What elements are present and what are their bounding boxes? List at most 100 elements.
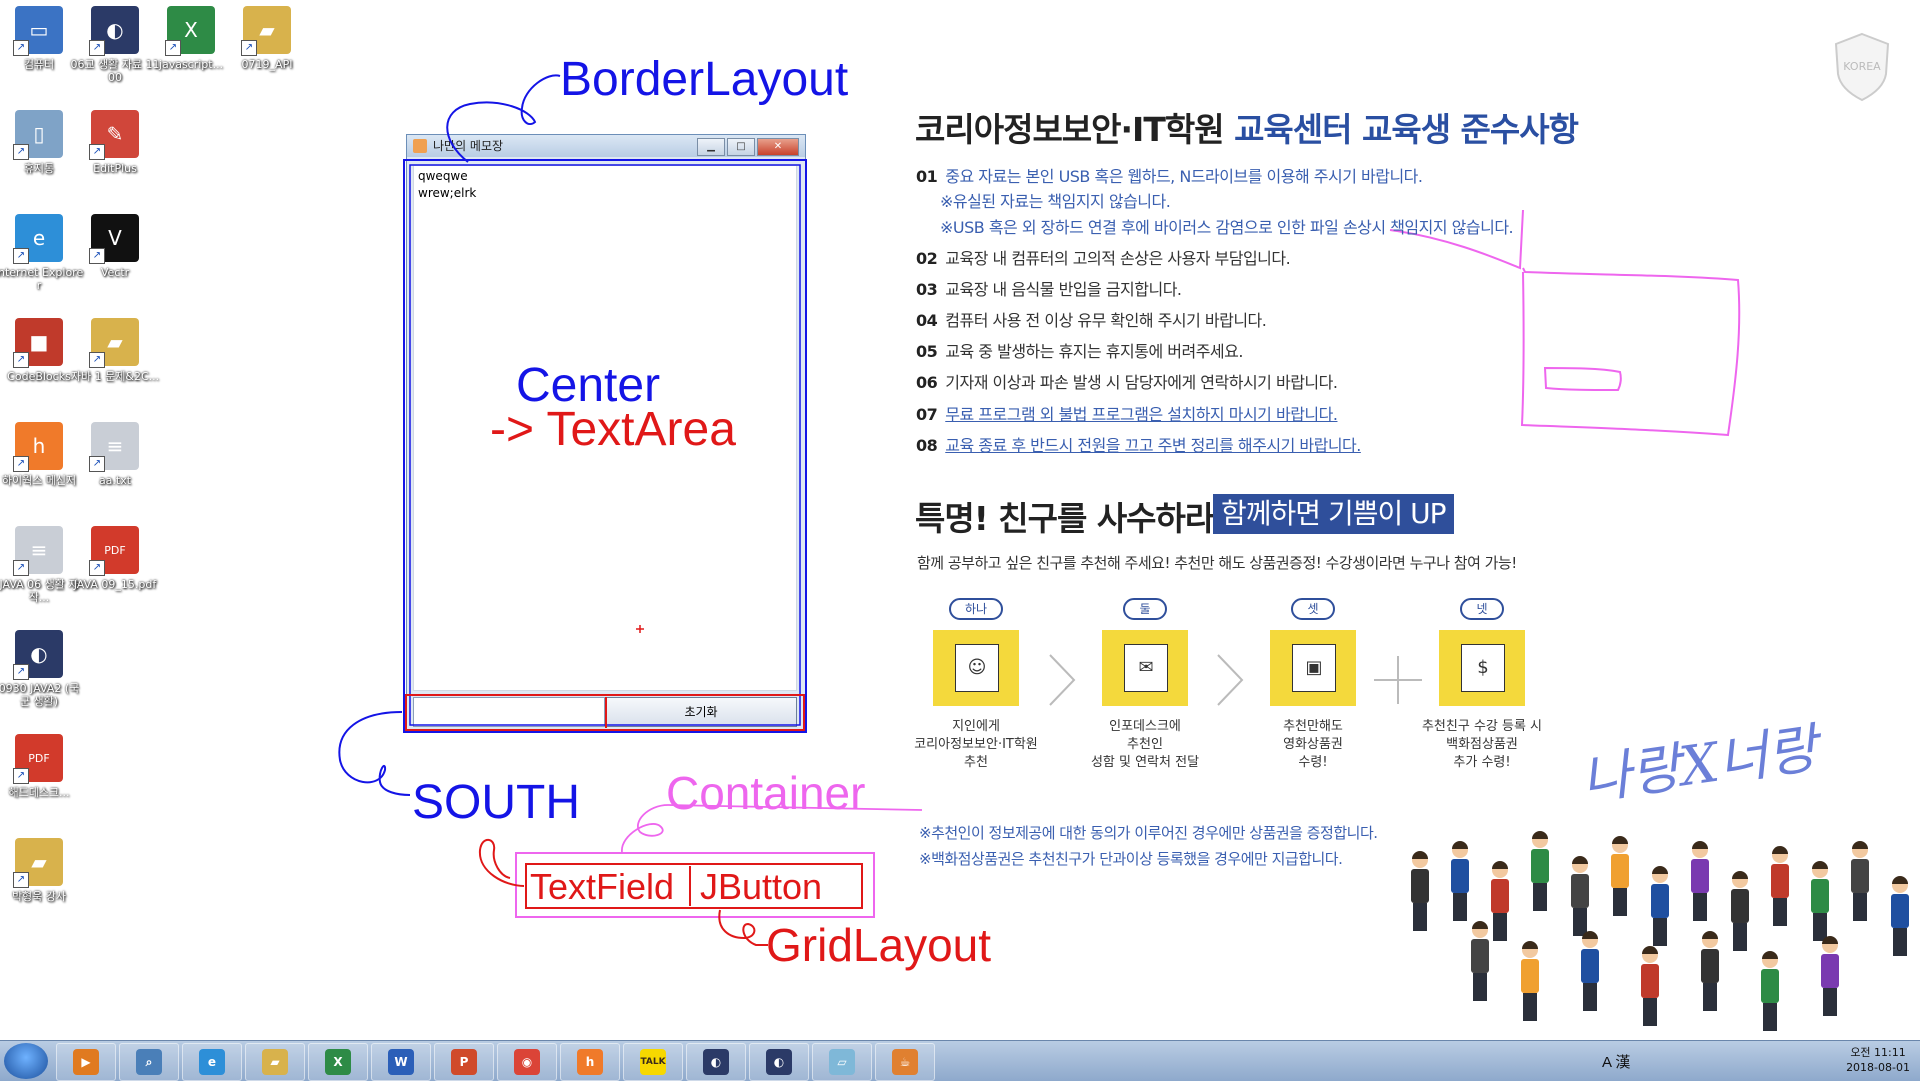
close-button[interactable]: ✕ <box>757 138 799 156</box>
label-text-area: -> TextArea <box>490 403 736 456</box>
taskbar-button-file-explorer[interactable]: ▰ <box>245 1043 305 1081</box>
step-illustration: $ <box>1439 630 1525 706</box>
desktop-icon-label: 해드데스크... <box>8 786 70 799</box>
step-caption-line: 영화상품권 <box>1283 737 1343 752</box>
start-button[interactable] <box>4 1043 48 1079</box>
text-line-1: qweqwe <box>418 169 468 183</box>
icon-glyph: ▯ <box>33 122 45 146</box>
app-icon: ▰ ↗ <box>89 318 139 368</box>
desktop-icon-label: Vectr <box>100 266 130 279</box>
icon-glyph: ◐ <box>30 642 48 666</box>
eclipse-2-icon: ◐ <box>766 1049 792 1075</box>
taskbar-button-excel[interactable]: X <box>308 1043 368 1081</box>
label-text-field: TextField <box>530 866 675 907</box>
step-caption-line: 성함 및 연락처 전달 <box>1090 755 1200 770</box>
reset-button[interactable]: 초기화 <box>605 697 797 727</box>
maximize-button[interactable]: □ <box>727 138 755 156</box>
app-icon: ■ ↗ <box>13 318 63 368</box>
app-icon: ≡ ↗ <box>89 422 139 472</box>
rule-item: 06 기자재 이상과 파손 발생 시 담당자에게 연락하시기 바랍니다. <box>916 369 1338 393</box>
taskbar-button-internet-explorer[interactable]: e <box>182 1043 242 1081</box>
input-method-indicator[interactable]: A 漢 <box>1602 1051 1630 1072</box>
step-number-pill: 둘 <box>1123 598 1167 620</box>
icon-glyph: V <box>108 226 122 250</box>
app-icon: ≡ ↗ <box>13 526 63 576</box>
icon-glyph: PDF <box>104 543 126 557</box>
desktop-icon[interactable]: ▰ ↗ 박형욱 강사 <box>0 838 84 903</box>
taskbar-button-chrome[interactable]: ◉ <box>497 1043 557 1081</box>
shortcut-arrow-icon: ↗ <box>89 352 105 368</box>
note-2: ※백화점상품권은 추천친구가 단과이상 등록했을 경우에만 지급합니다. <box>919 850 1343 868</box>
icon-glyph: e <box>32 226 46 250</box>
rule-item: 01 중요 자료는 본인 USB 혹은 웹하드, N드라이브를 이용해 주시기 바… <box>916 163 1423 187</box>
icon-glyph: ▰ <box>31 850 47 874</box>
app-icon: PDF ↗ <box>89 526 139 576</box>
rule-number: 04 <box>916 311 938 330</box>
java-icon <box>413 139 427 153</box>
app-icon: X ↗ <box>165 6 215 56</box>
desktop-icon-label: 0719_API <box>241 58 293 71</box>
icon-glyph: ≡ <box>106 434 124 458</box>
rule-item: 05 교육 중 발생하는 휴지는 휴지통에 버려주세요. <box>916 338 1243 362</box>
crowd-person <box>1891 876 1909 956</box>
crowd-person <box>1811 861 1829 941</box>
desktop-icon[interactable]: PDF ↗ 해드데스크... <box>0 734 84 799</box>
app-icon: h ↗ <box>13 422 63 472</box>
label-j-button: JButton <box>700 866 823 907</box>
taskbar-button-media-player[interactable]: ▶ <box>56 1043 116 1081</box>
desktop-icon[interactable]: PDF ↗ JAVA 09_15.pdf <box>70 526 160 591</box>
crowd-person <box>1641 946 1659 1026</box>
rule-text: 교육 종료 후 반드시 전원을 끄고 주변 정리를 해주시기 바랍니다. <box>945 436 1361 455</box>
taskbar-button-notepad-app[interactable]: ▱ <box>812 1043 872 1081</box>
desktop-icon[interactable]: V ↗ Vectr <box>70 214 160 279</box>
step-caption: 추천친구 수강 등록 시 백화점상품권 추가 수령! <box>1387 718 1577 772</box>
desktop-icon-label: 자바 1 문제&2C... <box>70 370 160 383</box>
shortcut-arrow-icon: ↗ <box>89 248 105 264</box>
icon-glyph: ✎ <box>106 122 124 146</box>
app-icon: ◐ ↗ <box>89 6 139 56</box>
step-caption-line: 인포데스크에 <box>1109 719 1181 734</box>
rule-item: 07 무료 프로그램 외 불법 프로그램은 설치하지 마시기 바랍니다. <box>916 401 1338 425</box>
hiworks-icon: h <box>577 1049 603 1075</box>
crowd-person <box>1571 856 1589 936</box>
taskbar-button-java-app[interactable]: ☕ <box>875 1043 935 1081</box>
desktop-icon[interactable]: ▰ ↗ 0719_API <box>222 6 312 71</box>
shortcut-arrow-icon: ↗ <box>13 248 29 264</box>
clock-date: 2018-08-01 <box>1846 1061 1910 1074</box>
taskbar-button-search-tool[interactable]: ⌕ <box>119 1043 179 1081</box>
shortcut-arrow-icon: ↗ <box>241 40 257 56</box>
step-icon: $ <box>1461 644 1505 692</box>
rule-number: 02 <box>916 249 938 268</box>
rule-text: 교육 중 발생하는 휴지는 휴지통에 버려주세요. <box>945 342 1243 361</box>
friend-description: 함께 공부하고 싶은 친구를 추천해 주세요! 추천만 해도 상품권증정! 수강… <box>917 554 1517 572</box>
app-icon: V ↗ <box>89 214 139 264</box>
desktop-icon-label: 0930 JAVA2 (국군 생활) <box>0 682 80 708</box>
desktop-icon[interactable]: ▰ ↗ 자바 1 문제&2C... <box>70 318 160 383</box>
app-icon: ▭ ↗ <box>13 6 63 56</box>
window-title-bar[interactable]: 나만의 메모장 ▁ □ ✕ <box>407 135 805 157</box>
step-illustration: ☺ <box>933 630 1019 706</box>
desktop-icon[interactable]: ✎ ↗ EditPlus <box>70 110 160 175</box>
shortcut-arrow-icon: ↗ <box>89 40 105 56</box>
desktop-icon-label: JAVA 09_15.pdf <box>73 578 157 591</box>
step-caption-line: 추천친구 수강 등록 시 <box>1421 719 1543 734</box>
taskbar-button-powerpoint[interactable]: P <box>434 1043 494 1081</box>
media-player-icon: ▶ <box>73 1049 99 1075</box>
clock[interactable]: 오전 11:11 2018-08-01 <box>1846 1045 1910 1075</box>
taskbar-button-eclipse-1[interactable]: ◐ <box>686 1043 746 1081</box>
taskbar-button-word[interactable]: W <box>371 1043 431 1081</box>
desktop-icon[interactable]: ◐ ↗ 0930 JAVA2 (국군 생활) <box>0 630 84 708</box>
crowd-person <box>1471 921 1489 1001</box>
taskbar-button-kakaotalk[interactable]: TALK <box>623 1043 683 1081</box>
minimize-button[interactable]: ▁ <box>697 138 725 156</box>
desktop-icon-label: aa.txt <box>98 474 132 487</box>
desktop-icon[interactable]: ≡ ↗ aa.txt <box>70 422 160 487</box>
app-icon: ✎ ↗ <box>89 110 139 160</box>
step-caption-line: 수령! <box>1298 755 1328 770</box>
memo-text-field[interactable] <box>413 697 605 727</box>
taskbar-button-eclipse-2[interactable]: ◐ <box>749 1043 809 1081</box>
step-caption-line: 추가 수령! <box>1453 755 1511 770</box>
desktop-icon-label: 박형욱 강사 <box>11 890 67 903</box>
taskbar-button-hiworks[interactable]: h <box>560 1043 620 1081</box>
step-caption-line: 지인에게 <box>952 719 1000 734</box>
